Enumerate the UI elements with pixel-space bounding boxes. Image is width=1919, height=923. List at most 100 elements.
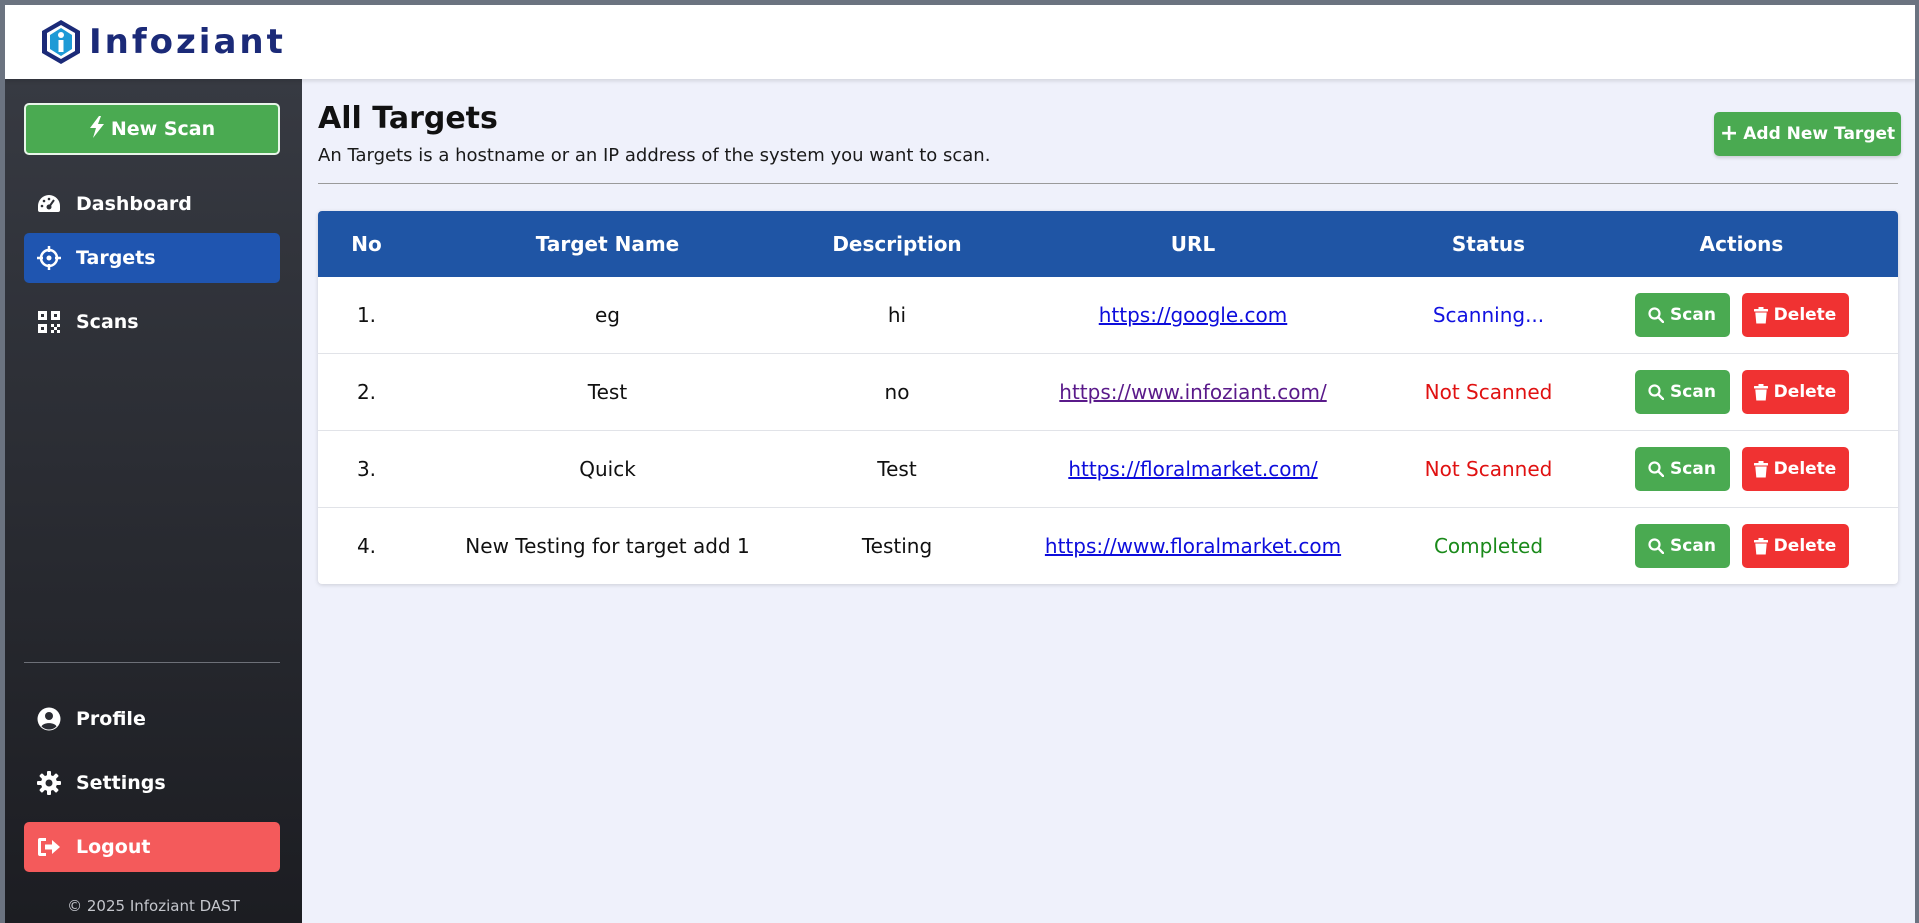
trash-icon [1753,306,1768,323]
cell-actions: Scan Delete [1585,277,1898,353]
sidebar-divider [24,662,280,663]
target-url-link[interactable]: https://www.floralmarket.com [1045,534,1341,558]
table-row: 1. eg hi https://google.com Scanning... … [318,277,1898,353]
sidebar-item-scans[interactable]: Scans [24,297,280,347]
scan-button-label: Scan [1670,305,1716,325]
cell-actions: Scan Delete [1585,354,1898,430]
bolt-icon [89,115,105,143]
column-header-url[interactable]: URL [994,211,1392,277]
cell-no: 3. [356,457,377,481]
scan-button-label: Scan [1670,536,1716,556]
dashboard-gauge-icon [36,191,62,217]
column-header-status[interactable]: Status [1392,211,1585,277]
delete-button-label: Delete [1773,536,1837,556]
add-new-target-button[interactable]: + Add New Target [1714,112,1901,156]
trash-icon [1753,537,1768,554]
sidebar-item-label: Dashboard [76,193,192,215]
sidebar-item-label: Scans [76,311,139,333]
sidebar-item-label: Settings [76,772,166,794]
table-row: 2. Test no https://www.infoziant.com/ No… [318,353,1898,430]
page-title: All Targets [318,101,498,136]
cell-status: Not Scanned [1424,380,1553,404]
new-scan-button[interactable]: New Scan [24,103,280,155]
search-icon [1648,307,1665,323]
cell-target-name: New Testing for target add 1 [465,534,750,558]
cell-target-name: Quick [579,457,636,481]
add-new-target-label: Add New Target [1743,124,1896,144]
search-icon [1648,384,1665,400]
targets-table: No Target Name Description URL Status Ac… [318,211,1898,584]
sidebar: New Scan Dashboard Targets Scans Profile… [5,79,302,923]
brand-name: Infoziant [89,22,286,62]
crosshair-icon [36,245,62,271]
sidebar-item-targets[interactable]: Targets [24,233,280,283]
scan-button-label: Scan [1670,459,1716,479]
sidebar-item-label: Logout [76,836,151,858]
new-scan-label: New Scan [110,118,216,140]
cell-description: no [884,380,910,404]
cell-no: 4. [356,534,377,558]
column-header-target-name[interactable]: Target Name [415,211,800,277]
cell-no: 2. [356,380,377,404]
cell-target-name: Test [587,380,628,404]
sidebar-item-label: Targets [76,247,156,269]
scan-button[interactable]: Scan [1634,370,1730,414]
cell-url-wrap: https://google.com [994,277,1392,353]
top-bar: Infoziant [5,5,1915,79]
sign-out-icon [36,834,62,860]
target-url-link[interactable]: https://google.com [1099,303,1288,327]
cell-status: Completed [1433,534,1544,558]
search-icon [1648,461,1665,477]
cell-url-wrap: https://floralmarket.com/ [994,431,1392,507]
trash-icon [1753,383,1768,400]
cell-target-name: eg [595,303,620,327]
cell-url-wrap: https://www.floralmarket.com [994,508,1392,584]
sidebar-item-profile[interactable]: Profile [24,694,280,744]
cell-description: Testing [861,534,933,558]
sidebar-item-label: Profile [76,708,146,730]
table-row: 4. New Testing for target add 1 Testing … [318,507,1898,584]
delete-button-label: Delete [1773,382,1837,402]
delete-button[interactable]: Delete [1741,524,1849,568]
delete-button-label: Delete [1773,459,1837,479]
copyright-text: © 2025 Infoziant DAST [67,897,240,915]
table-header: No Target Name Description URL Status Ac… [318,211,1898,277]
scan-button[interactable]: Scan [1634,524,1730,568]
gear-icon [36,770,62,796]
column-header-description[interactable]: Description [800,211,994,277]
cell-description: hi [887,303,907,327]
qr-code-icon [36,309,62,335]
scan-button[interactable]: Scan [1634,293,1730,337]
logout-button[interactable]: Logout [24,822,280,872]
delete-button[interactable]: Delete [1741,370,1849,414]
scan-button[interactable]: Scan [1634,447,1730,491]
title-divider [318,183,1898,184]
table-body: 1. eg hi https://google.com Scanning... … [318,277,1898,584]
column-header-no[interactable]: No [318,211,415,277]
delete-button[interactable]: Delete [1741,447,1849,491]
cell-url-wrap: https://www.infoziant.com/ [994,354,1392,430]
cell-status: Scanning... [1432,303,1545,327]
cell-status: Not Scanned [1424,457,1553,481]
scan-button-label: Scan [1670,382,1716,402]
table-row: 3. Quick Test https://floralmarket.com/ … [318,430,1898,507]
main-content: All Targets An Targets is a hostname or … [302,79,1915,923]
app-window: Infoziant New Scan Dashboard Targets Sca… [5,5,1915,923]
sidebar-item-dashboard[interactable]: Dashboard [24,179,280,229]
trash-icon [1753,460,1768,477]
cell-description: Test [877,457,917,481]
cell-no: 1. [356,303,377,327]
cell-actions: Scan Delete [1585,431,1898,507]
search-icon [1648,538,1665,554]
brand-logo[interactable]: Infoziant [39,18,286,66]
delete-button[interactable]: Delete [1741,293,1849,337]
target-url-link[interactable]: https://www.infoziant.com/ [1059,380,1326,404]
page-subtitle: An Targets is a hostname or an IP addres… [318,145,991,166]
column-header-actions: Actions [1699,232,1784,256]
target-url-link[interactable]: https://floralmarket.com/ [1068,457,1317,481]
logo-icon [42,20,80,64]
user-circle-icon [36,706,62,732]
delete-button-label: Delete [1773,305,1837,325]
sidebar-item-settings[interactable]: Settings [24,758,280,808]
plus-icon: + [1719,121,1739,146]
